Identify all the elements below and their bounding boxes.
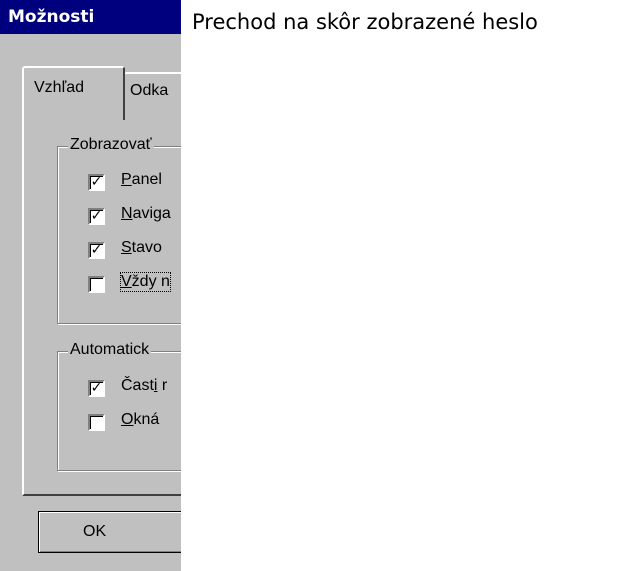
dialog-titlebar[interactable]: Možnosti: [0, 0, 181, 34]
tab-label: Odka: [130, 82, 169, 99]
checkbox-label: Naviga: [121, 205, 171, 222]
checkbox-box[interactable]: ✓: [88, 242, 105, 259]
checkbox-box[interactable]: ✓: [88, 174, 105, 191]
options-dialog: Možnosti Odka Vzhľad Zobrazovať ✓ Panel …: [0, 0, 181, 571]
checkbox-label: Stavo: [121, 239, 162, 256]
tab-vzhlad[interactable]: Vzhľad: [22, 66, 125, 120]
checkbox-label: Okná: [121, 411, 160, 428]
display-group-label: Zobrazovať: [68, 136, 154, 154]
checkbox-label: Časti r: [121, 377, 168, 394]
dialog-title: Možnosti: [8, 7, 95, 27]
page-caption: Prechod na skôr zobrazené heslo: [192, 10, 538, 34]
ok-button[interactable]: OK: [38, 511, 181, 553]
checkbox-box[interactable]: [88, 276, 105, 293]
auto-group-label: Automatick: [68, 341, 152, 359]
checkbox-box[interactable]: ✓: [88, 208, 105, 225]
tab-label: Vzhľad: [34, 79, 85, 96]
tab-panel: [22, 110, 181, 496]
checkbox-label: Panel: [121, 171, 162, 188]
checkbox-box[interactable]: [88, 414, 105, 431]
checkbox-label: Vždy n: [120, 272, 171, 292]
checkbox-box[interactable]: ✓: [88, 380, 105, 397]
ok-button-label: OK: [83, 523, 107, 540]
tab-odkazy[interactable]: Odka: [124, 72, 181, 112]
